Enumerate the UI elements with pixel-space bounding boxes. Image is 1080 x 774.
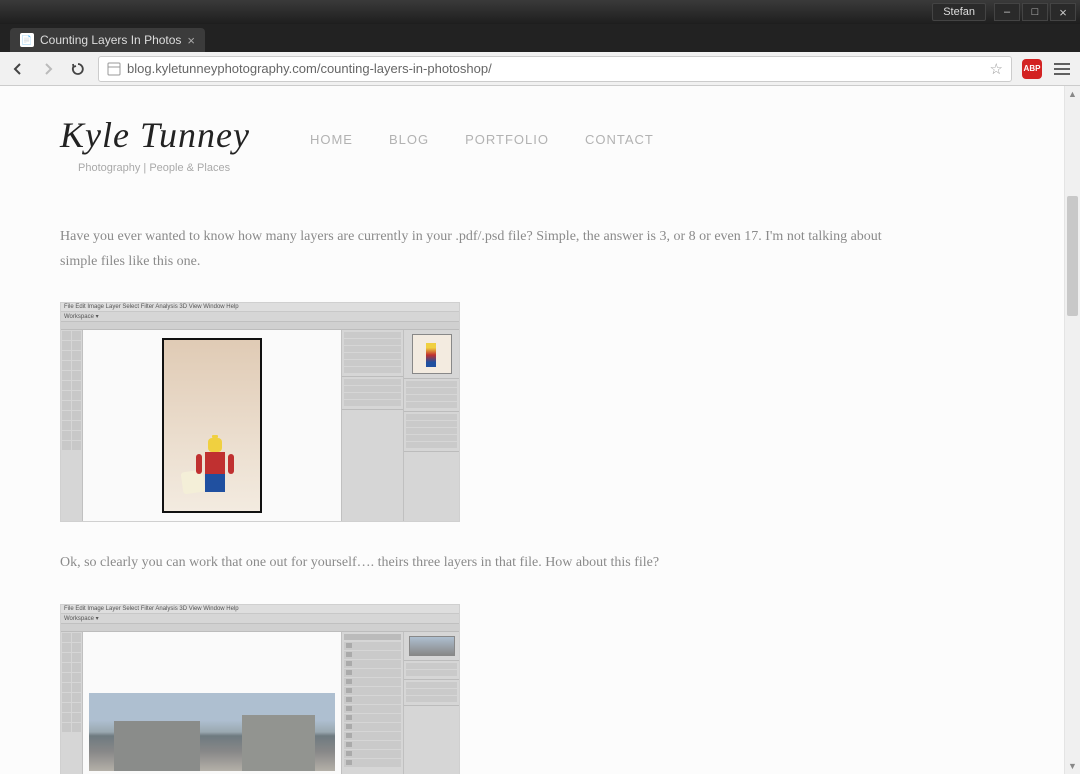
nav-home[interactable]: HOME — [310, 132, 353, 147]
chrome-menu-button[interactable] — [1052, 59, 1072, 79]
window-close-button[interactable]: × — [1050, 3, 1076, 21]
tab-close-icon[interactable]: × — [187, 33, 195, 48]
ps-layers-panel-2 — [341, 632, 403, 774]
ps-canvas-2 — [83, 632, 341, 774]
browser-tab-strip: 📄 Counting Layers In Photos × — [0, 24, 1080, 52]
ps-panels-right-2 — [403, 632, 459, 774]
article-paragraph-2: Ok, so clearly you can work that one out… — [60, 550, 900, 575]
site-tagline: Photography | People & Places — [78, 162, 250, 174]
ps-panorama-image — [89, 693, 335, 771]
ps-toolbox-2 — [61, 632, 83, 774]
browser-viewport: Kyle Tunney Photography | People & Place… — [0, 86, 1080, 774]
page-content: Kyle Tunney Photography | People & Place… — [0, 86, 1064, 774]
ps-navigator-panel — [404, 330, 459, 379]
ps-option-bar-2: Workspace ▾ — [61, 614, 459, 624]
nav-blog[interactable]: BLOG — [389, 132, 429, 147]
bookmark-star-icon[interactable]: ☆ — [990, 60, 1003, 78]
ps-canvas — [83, 330, 341, 521]
browser-toolbar: ☆ ABP — [0, 52, 1080, 86]
article-body: Have you ever wanted to know how many la… — [0, 184, 960, 774]
reload-button[interactable] — [68, 59, 88, 79]
ps-ruler — [61, 322, 459, 330]
ps-layers-panel — [404, 412, 459, 452]
window-titlebar: Stefan – □ × — [0, 0, 1080, 24]
back-button[interactable] — [8, 59, 28, 79]
site-logo-block[interactable]: Kyle Tunney Photography | People & Place… — [60, 114, 250, 174]
lego-figure — [200, 438, 230, 493]
article-paragraph-1: Have you ever wanted to know how many la… — [60, 224, 900, 274]
adblock-extension-icon[interactable]: ABP — [1022, 59, 1042, 79]
ps-menubar: File Edit Image Layer Select Filter Anal… — [61, 303, 459, 312]
site-logo: Kyle Tunney — [60, 114, 250, 156]
ps-ruler-2 — [61, 624, 459, 632]
vertical-scrollbar[interactable]: ▲ ▼ — [1064, 86, 1080, 774]
window-user-label[interactable]: Stefan — [932, 3, 986, 21]
scroll-up-arrow-icon[interactable]: ▲ — [1065, 86, 1080, 102]
browser-tab-active[interactable]: 📄 Counting Layers In Photos × — [10, 28, 205, 52]
ps-panels-middle — [341, 330, 403, 521]
url-input[interactable] — [127, 61, 984, 76]
nav-contact[interactable]: CONTACT — [585, 132, 654, 147]
address-bar[interactable]: ☆ — [98, 56, 1012, 82]
ps-document-image — [162, 338, 262, 513]
ps-panels-right — [403, 330, 459, 521]
browser-tab-title: Counting Layers In Photos — [40, 33, 181, 47]
scroll-thumb[interactable] — [1067, 196, 1078, 316]
photoshop-screenshot-1[interactable]: File Edit Image Layer Select Filter Anal… — [60, 302, 460, 522]
ps-toolbox — [61, 330, 83, 521]
window-minimize-button[interactable]: – — [994, 3, 1020, 21]
ps-navigator-panel-2 — [404, 632, 459, 661]
photoshop-screenshot-2[interactable]: File Edit Image Layer Select Filter Anal… — [60, 604, 460, 774]
scroll-down-arrow-icon[interactable]: ▼ — [1065, 758, 1080, 774]
page-favicon-icon: 📄 — [20, 33, 34, 47]
site-header: Kyle Tunney Photography | People & Place… — [0, 86, 1064, 184]
forward-button[interactable] — [38, 59, 58, 79]
window-maximize-button[interactable]: □ — [1022, 3, 1048, 21]
primary-nav: HOME BLOG PORTFOLIO CONTACT — [310, 132, 654, 147]
ps-menubar-2: File Edit Image Layer Select Filter Anal… — [61, 605, 459, 614]
nav-portfolio[interactable]: PORTFOLIO — [465, 132, 549, 147]
site-info-icon[interactable] — [107, 62, 121, 76]
ps-option-bar: Workspace ▾ — [61, 312, 459, 322]
